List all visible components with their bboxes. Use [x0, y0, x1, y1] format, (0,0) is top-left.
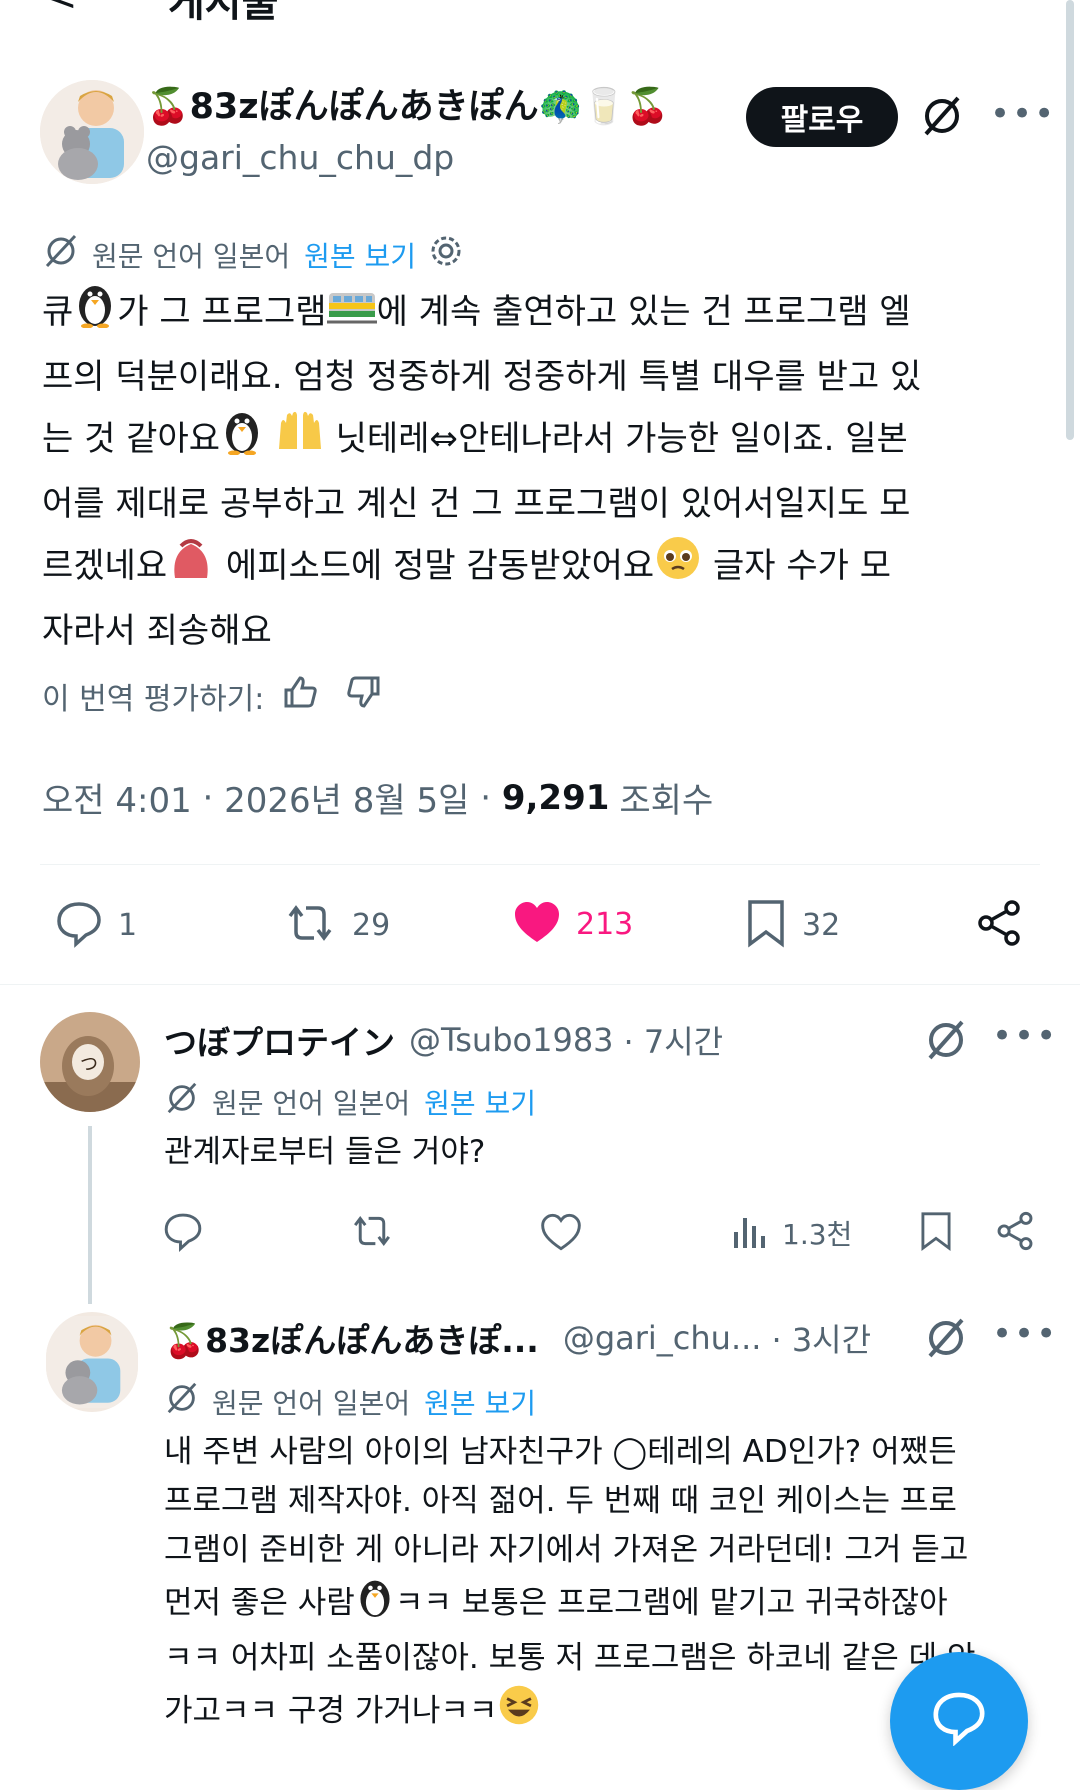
- repost-icon[interactable]: [348, 1210, 396, 1256]
- heart-filled-icon[interactable]: [512, 898, 562, 950]
- compose-reply-button[interactable]: [890, 1652, 1028, 1790]
- heart-icon[interactable]: [540, 1212, 582, 1256]
- bookmark-icon[interactable]: [918, 1210, 954, 1256]
- author-display-name[interactable]: 🍒83zぽんぽんあきぽん🦚🥛🍒: [146, 78, 669, 129]
- reply-avatar[interactable]: つ: [40, 1012, 140, 1112]
- translation-note: 원문 언어 일본어: [212, 1386, 411, 1420]
- more-options-icon[interactable]: •••: [992, 1016, 1058, 1056]
- raised-hands-emoji-icon: [275, 409, 325, 472]
- grinning-squinting-face-icon: [497, 1683, 541, 1742]
- post-meta: 오전 4:01 · 2026년 8월 5일 · 9,291 조회수: [42, 773, 713, 822]
- translation-note: 원문 언어 일본어: [212, 1086, 411, 1120]
- more-options-icon[interactable]: •••: [992, 1314, 1058, 1354]
- penguin-emoji-icon: [220, 407, 264, 474]
- tweet-text: 큐가 그 프로그램 에 계속 출연하고 있는 건 프로그램 엘 프의 덕분이래요.…: [42, 280, 1042, 661]
- analytics-icon[interactable]: [730, 1212, 768, 1254]
- reply-icon[interactable]: [162, 1210, 204, 1256]
- svg-text:つ: つ: [80, 1054, 98, 1075]
- rate-translation-label: 이 번역 평가하기:: [42, 682, 265, 717]
- views-label: 조회수: [619, 781, 714, 821]
- share-icon[interactable]: [994, 1210, 1036, 1256]
- train-emoji-icon: [326, 284, 377, 344]
- repost-icon[interactable]: [282, 898, 338, 952]
- views-count: 9,291: [501, 777, 610, 818]
- post-time[interactable]: 오전 4:01: [42, 773, 192, 822]
- author-name-row[interactable]: 🍒83zぽんぽんあきぽん🦚🥛🍒: [146, 78, 669, 129]
- tweet-text-part: [264, 419, 275, 459]
- thumbs-down-icon[interactable]: [344, 672, 384, 720]
- reply-text: 관계자로부터 들은 거야?: [164, 1134, 486, 1170]
- reply-action[interactable]: 1: [54, 898, 137, 952]
- repost-action[interactable]: 29: [282, 898, 390, 952]
- reply-count: 1: [118, 907, 138, 943]
- reply-header: 🍒83zぽんぽんあきぽ... @gari_chu... · 3시간: [164, 1314, 871, 1362]
- repost-count: 29: [352, 907, 391, 943]
- avatar-image: [46, 1316, 138, 1408]
- pouch-emoji-icon: [167, 534, 215, 601]
- translation-note: 원문 언어 일본어: [92, 239, 291, 273]
- penguin-emoji-icon: [73, 280, 117, 347]
- rate-translation: 이 번역 평가하기:: [42, 672, 384, 720]
- like-action[interactable]: 213: [512, 898, 633, 950]
- grok-icon[interactable]: [924, 1316, 968, 1364]
- back-arrow-icon[interactable]: <: [44, 0, 78, 20]
- translation-line: 원문 언어 일본어 원본 보기: [164, 1380, 536, 1423]
- translation-line: 원문 언어 일본어 원본 보기: [164, 1080, 536, 1123]
- post-date[interactable]: 2026년 8월 5일: [224, 773, 469, 822]
- divider: [40, 864, 1040, 865]
- grok-icon[interactable]: [920, 94, 964, 142]
- translation-line: 원문 언어 일본어 원본 보기: [42, 232, 464, 277]
- bookmark-icon[interactable]: [744, 898, 788, 952]
- pleading-face-emoji-icon: [654, 534, 702, 601]
- views-count: 1.3천: [782, 1218, 853, 1251]
- reply-avatar[interactable]: [46, 1312, 138, 1412]
- bookmark-count: 32: [802, 907, 841, 943]
- reply-display-name[interactable]: つぼプロテイン: [164, 1016, 395, 1064]
- translate-icon: [164, 1080, 200, 1123]
- author-avatar[interactable]: [40, 80, 144, 184]
- reply-icon[interactable]: [54, 898, 104, 952]
- translate-icon: [42, 232, 80, 277]
- reply-bubble-icon[interactable]: [930, 1688, 988, 1750]
- scrollbar[interactable]: [1066, 0, 1074, 440]
- tweet-text-part: 가 그 프로그램: [117, 292, 327, 332]
- bookmark-action[interactable]: 32: [744, 898, 840, 952]
- page-title: 게시물: [168, 0, 279, 26]
- reply-handle[interactable]: @Tsubo1983: [409, 1021, 614, 1059]
- views-action[interactable]: 1.3천: [730, 1212, 852, 1254]
- penguin-emoji-icon: [355, 1575, 395, 1634]
- avatar-image: つ: [40, 1012, 140, 1112]
- separator-dot: ·: [469, 777, 502, 818]
- reply-time[interactable]: · 3시간: [771, 1315, 871, 1361]
- author-handle[interactable]: @gari_chu_chu_dp: [146, 138, 454, 177]
- tweet-text-part: 큐: [42, 292, 74, 332]
- follow-button[interactable]: 팔로우: [746, 87, 898, 147]
- show-original-link[interactable]: 원본 보기: [304, 235, 416, 275]
- tweet-text-part: 에피소드에 정말 감동받았어요: [215, 546, 655, 586]
- more-options-icon[interactable]: •••: [990, 94, 1056, 134]
- translate-icon: [164, 1380, 200, 1423]
- avatar-image: [40, 80, 144, 184]
- reply-handle[interactable]: @gari_chu...: [563, 1319, 762, 1357]
- thumbs-up-icon[interactable]: [280, 672, 320, 720]
- show-original-link[interactable]: 원본 보기: [424, 1082, 536, 1122]
- reply-time[interactable]: · 7시간: [624, 1017, 724, 1063]
- thread-line: [88, 1126, 92, 1304]
- top-bar: < 게시물: [0, 0, 1080, 26]
- like-count: 213: [576, 906, 634, 942]
- settings-gear-icon[interactable]: [428, 233, 464, 276]
- reply-display-name[interactable]: 🍒83zぽんぽんあきぽ...: [164, 1314, 539, 1362]
- reply-header: つぼプロテイン @Tsubo1983 · 7시간: [164, 1016, 723, 1064]
- share-icon[interactable]: [974, 898, 1024, 952]
- grok-icon[interactable]: [924, 1018, 968, 1066]
- separator-dot: ·: [191, 777, 225, 818]
- show-original-link[interactable]: 원본 보기: [424, 1382, 536, 1422]
- divider: [0, 984, 1080, 985]
